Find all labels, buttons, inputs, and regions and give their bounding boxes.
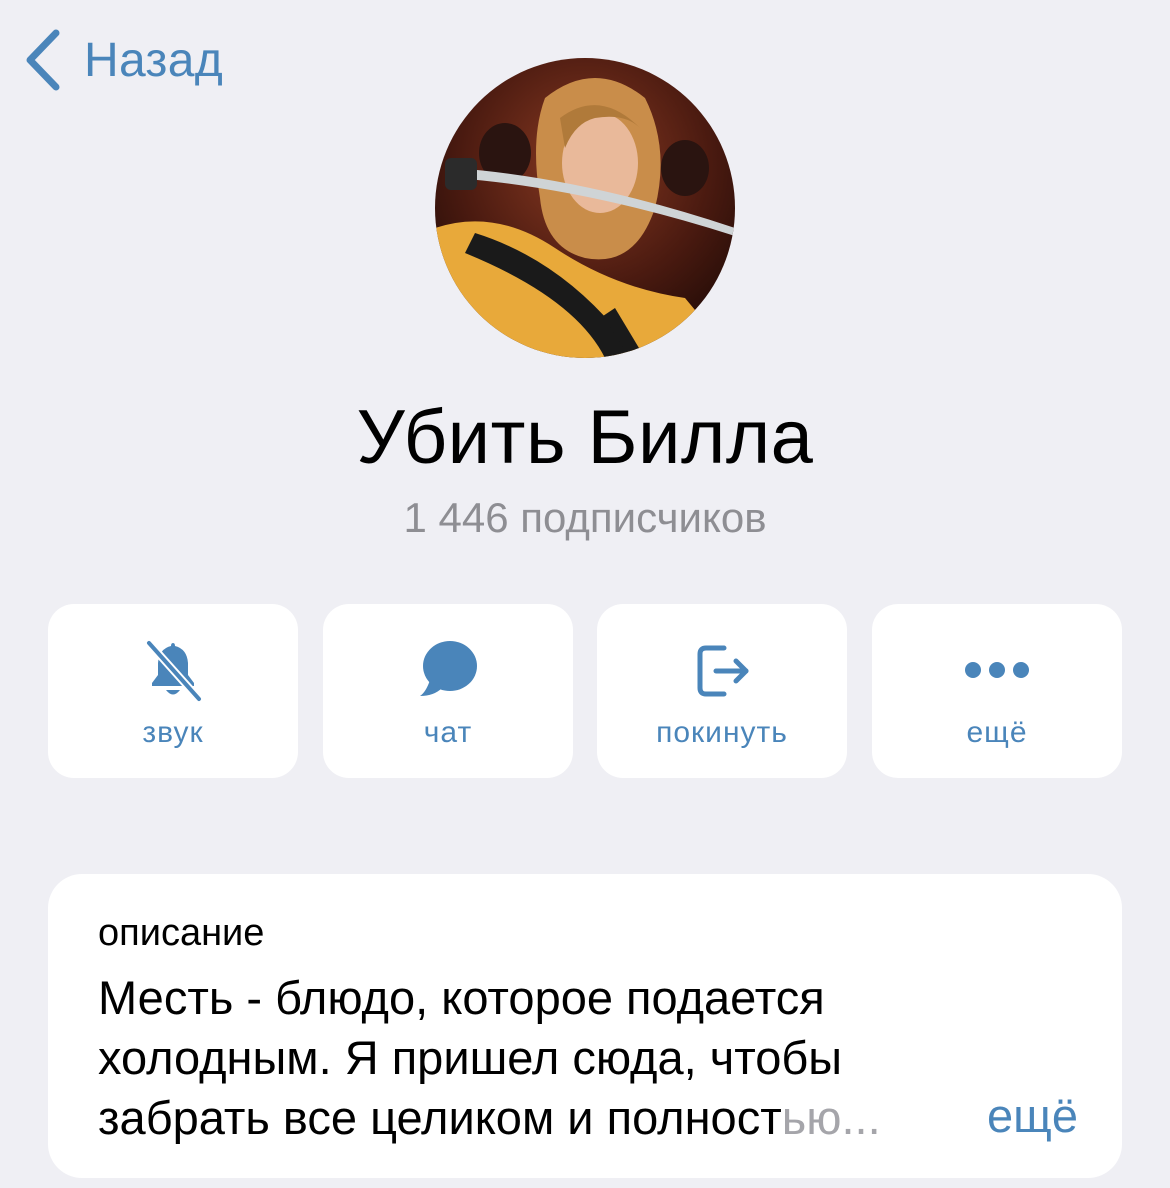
description-line: холодным. Я пришел сюда, чтобы — [98, 1031, 843, 1084]
description-line-text: забрать все целиком и полност — [98, 1091, 782, 1144]
more-button[interactable]: ещё — [872, 604, 1122, 778]
action-bar: звук чат покинуть ещё — [48, 604, 1122, 778]
description-heading: описание — [98, 912, 265, 954]
more-dots-icon — [965, 662, 1029, 678]
mute-label: звук — [142, 716, 204, 749]
channel-title: Убить Билла — [356, 395, 814, 480]
leave-button[interactable]: покинуть — [597, 604, 847, 778]
leave-icon — [697, 645, 749, 697]
description-fade-text: ью... — [781, 1091, 881, 1144]
back-button[interactable]: Назад — [22, 28, 223, 92]
bell-muted-icon — [145, 639, 203, 703]
mute-button[interactable]: звук — [48, 604, 298, 778]
more-label: ещё — [966, 716, 1028, 749]
avatar-image — [435, 58, 735, 358]
leave-label: покинуть — [656, 716, 788, 749]
chevron-left-icon — [26, 29, 60, 91]
description-card: описание Месть - блюдо, которое подается… — [48, 874, 1122, 1178]
channel-info-screen: Назад Убить Билла 1 446 подписчиков звук… — [0, 0, 1170, 1188]
chat-label: чат — [423, 716, 473, 749]
chat-bubble-icon — [420, 641, 477, 696]
channel-avatar[interactable] — [435, 58, 735, 358]
description-line: забрать все целиком и полностью... — [98, 1088, 998, 1148]
description-more-link[interactable]: ещё — [987, 1088, 1078, 1143]
subscriber-count: 1 446 подписчиков — [403, 494, 767, 541]
description-line: Месть - блюдо, которое подается — [98, 971, 825, 1024]
back-label: Назад — [84, 33, 224, 87]
description-text: Месть - блюдо, которое подается холодным… — [98, 968, 998, 1148]
chat-button[interactable]: чат — [323, 604, 573, 778]
